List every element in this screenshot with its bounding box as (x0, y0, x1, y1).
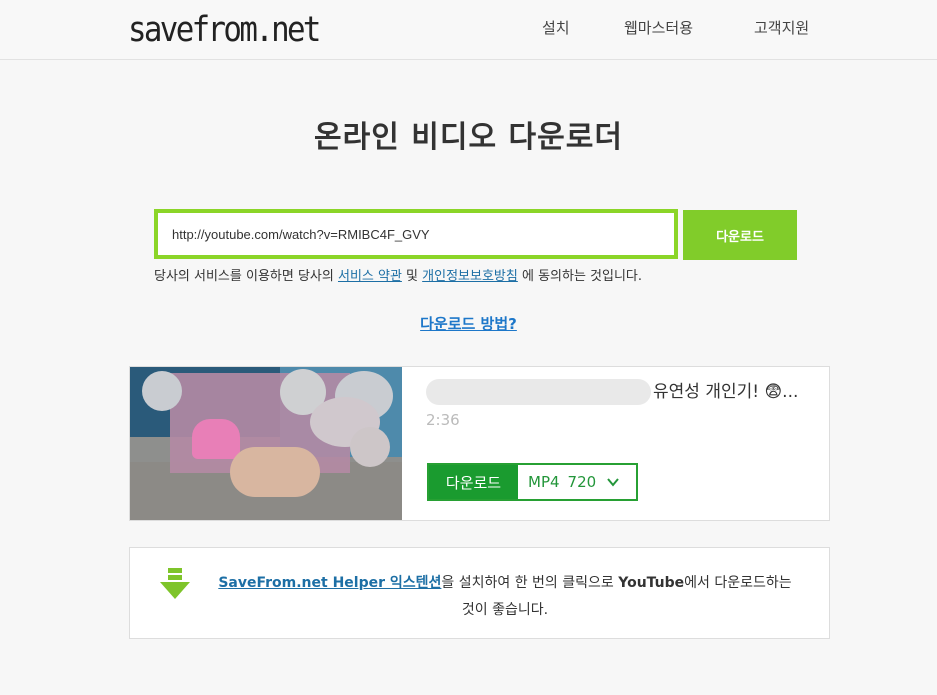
helper-text-3: 것이 좋습니다. (461, 602, 549, 618)
terms-of-service-link[interactable]: 서비스 약관 (338, 269, 402, 284)
download-group: 다운로드 MP4 720 (427, 463, 638, 501)
video-title: 유연성 개인기! 😨... (426, 377, 806, 407)
nav-webmaster[interactable]: 웹마스터용 (624, 17, 693, 38)
terms-text-after: 에 동의하는 것입니다. (517, 269, 643, 284)
terms-text-before: 당사의 서비스를 이용하면 당사의 (154, 269, 338, 284)
helper-text-2: 에서 다운로드하는 (684, 575, 792, 591)
quality-label: 720 (567, 473, 597, 491)
url-input[interactable] (158, 213, 672, 255)
privacy-policy-link[interactable]: 개인정보보호방침 (422, 269, 518, 284)
nav-support[interactable]: 고객지원 (754, 17, 809, 38)
download-button[interactable]: 다운로드 (683, 210, 797, 260)
result-card: 유연성 개인기! 😨... 2:36 다운로드 MP4 720 (129, 366, 830, 521)
helper-extension-link[interactable]: SaveFrom.net Helper 익스텐션 (218, 575, 441, 591)
site-logo[interactable]: savefrom.net (128, 8, 321, 52)
chevron-down-icon (607, 478, 619, 487)
format-label: MP4 (528, 473, 560, 491)
terms-notice: 당사의 서비스를 이용하면 당사의 서비스 약관 및 개인정보보호방침 에 동의… (154, 265, 642, 284)
helper-promo: SaveFrom.net Helper 익스텐션을 설치하여 한 번의 클릭으로… (129, 547, 830, 639)
video-download-button[interactable]: 다운로드 (429, 465, 518, 499)
terms-text-middle: 및 (401, 269, 423, 284)
helper-text: SaveFrom.net Helper 익스텐션을 설치하여 한 번의 클릭으로… (200, 570, 810, 624)
download-arrow-icon (160, 568, 190, 599)
video-thumbnail (130, 367, 402, 520)
nav-install[interactable]: 설치 (542, 17, 570, 38)
helper-brand: YouTube (618, 575, 685, 591)
video-duration: 2:36 (426, 411, 460, 429)
url-input-wrapper (154, 209, 678, 259)
helper-text-1: 을 설치하여 한 번의 클릭으로 (441, 575, 619, 591)
site-header: savefrom.net 설치 웹마스터용 고객지원 (0, 0, 937, 60)
how-to-download-link[interactable]: 다운로드 방법? (0, 313, 937, 334)
redacted-title (426, 379, 651, 405)
format-select[interactable]: MP4 720 (518, 465, 636, 499)
video-title-visible: 유연성 개인기! 😨... (653, 382, 799, 402)
page-title: 온라인 비디오 다운로더 (314, 120, 623, 155)
